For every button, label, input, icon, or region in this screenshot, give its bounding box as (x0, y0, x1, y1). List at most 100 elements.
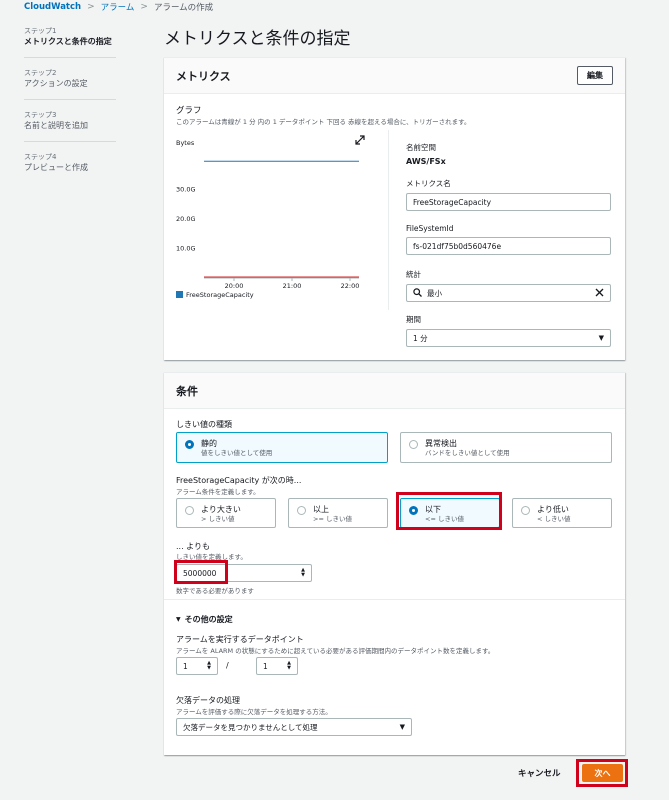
step-name: プレビューと作成 (24, 163, 88, 172)
wizard-steps: ステップ1 メトリクスと条件の指定 ステップ2 アクションの設定 ステップ3 名… (24, 26, 116, 183)
option-name: 異常検出 (425, 439, 457, 448)
search-icon (413, 287, 422, 299)
option-description: バンドをしきい値として使用 (425, 449, 510, 457)
metric-name-input[interactable]: FreeStorageCapacity (406, 193, 611, 211)
stepper-icon[interactable]: ▲ ▼ (301, 568, 305, 578)
section-divider (164, 599, 625, 600)
graph-description: このアラームは青線が 1 分 内の 1 データポイント 下回る 赤線を超える場合… (176, 118, 471, 126)
chart-svg: Bytes 30.0G 20.0G 10.0G 20:00 21:00 22:00 Fre… (176, 135, 365, 299)
option-name: 静的 (201, 439, 217, 448)
step-name: メトリクスと条件の指定 (24, 37, 112, 46)
radio-icon[interactable] (521, 506, 530, 515)
breadcrumb: CloudWatch > アラーム > アラームの作成 (24, 0, 213, 14)
datapoints-denominator-value: 1 (263, 661, 268, 671)
additional-settings-toggle[interactable]: ▼ その他の設定 (176, 614, 233, 625)
statistic-value: 最小 (427, 288, 442, 298)
option-description: 値をしきい値として使用 (201, 449, 273, 457)
step-divider (24, 141, 116, 142)
page-title: メトリクスと条件の指定 (164, 29, 351, 49)
y-tick-label: 10.0G (176, 244, 196, 252)
metric-chart: Bytes 30.0G 20.0G 10.0G 20:00 21:00 22:00 Fre… (174, 126, 374, 301)
clear-icon[interactable] (595, 288, 604, 299)
step-divider (24, 57, 116, 58)
datapoints-separator: / (226, 661, 229, 670)
period-value: 1 分 (413, 333, 428, 343)
option-name: 以上 (313, 505, 329, 514)
greater-equal-option[interactable]: 以上 >= しきい値 (288, 498, 388, 528)
step-1: ステップ1 メトリクスと条件の指定 (24, 26, 116, 47)
next-button[interactable]: 次へ (582, 764, 623, 782)
conditions-panel-header: 条件 (164, 373, 625, 409)
conditions-panel: 条件 しきい値の種類 静的 値をしきい値として使用 異常検出 バンドをしきい値と… (164, 372, 625, 755)
namespace-value: AWS/FSx (406, 157, 446, 166)
step-label: ステップ3 (24, 111, 57, 119)
statistic-label: 統計 (406, 270, 421, 279)
y-tick-label: 20.0G (176, 215, 196, 223)
step-label: ステップ2 (24, 69, 57, 77)
datapoints-numerator-input[interactable]: 1 ▲ ▼ (176, 657, 218, 675)
step-divider (24, 99, 116, 100)
breadcrumb-current: アラームの作成 (153, 3, 214, 13)
step-label: ステップ4 (24, 153, 57, 161)
x-tick-label: 21:00 (283, 282, 302, 290)
greater-than-option[interactable]: より大きい > しきい値 (176, 498, 276, 528)
less-than-option[interactable]: より低い < しきい値 (512, 498, 612, 528)
datapoints-denominator-input[interactable]: 1 ▲ ▼ (256, 657, 298, 675)
datapoints-label: アラームを実行するデータポイント (176, 635, 304, 644)
caret-down-icon: ▼ (176, 616, 181, 623)
option-description: < しきい値 (537, 515, 571, 523)
panel-divider (388, 130, 389, 310)
chart-ylabel: Bytes (176, 139, 195, 147)
metric-name-label: メトリクス名 (406, 179, 451, 188)
missing-data-description: アラームを評価する際に欠落データを処理する方法。 (176, 708, 332, 716)
step-name: アクションの設定 (24, 79, 88, 88)
missing-data-value: 欠落データを見つかりませんとして処理 (183, 722, 318, 732)
edit-button[interactable]: 編集 (577, 66, 613, 85)
conditions-title: 条件 (176, 384, 198, 398)
metrics-panel-header: メトリクス 編集 (164, 58, 625, 94)
condition-label: FreeStorageCapacity が次の時... (176, 476, 302, 485)
stepper-icon[interactable]: ▲ ▼ (287, 661, 291, 671)
highlight-threshold (174, 560, 228, 584)
period-select[interactable]: 1 分 ▼ (406, 329, 611, 347)
radio-icon[interactable] (297, 506, 306, 515)
caret-down-icon: ▼ (598, 334, 604, 342)
missing-data-select[interactable]: 欠落データを見つかりませんとして処理 ▼ (176, 718, 412, 736)
breadcrumb-separator: > (140, 2, 148, 12)
stepper-icon[interactable]: ▲ ▼ (207, 661, 211, 671)
step-3: ステップ3 名前と説明を追加 (24, 110, 116, 131)
x-tick-label: 22:00 (341, 282, 360, 290)
breadcrumb-cloudwatch[interactable]: CloudWatch (24, 2, 81, 12)
threshold-type-label: しきい値の種類 (176, 420, 232, 429)
missing-data-label: 欠落データの処理 (176, 696, 240, 705)
step-2: ステップ2 アクションの設定 (24, 68, 116, 89)
x-tick-label: 20:00 (225, 282, 244, 290)
legend-label: FreeStorageCapacity (186, 291, 254, 299)
option-name: より大きい (201, 505, 241, 514)
condition-description: アラーム条件を定義します。 (176, 488, 260, 496)
metrics-panel: メトリクス 編集 グラフ このアラームは青線が 1 分 内の 1 データポイント… (164, 57, 625, 360)
step-label: ステップ1 (24, 27, 57, 35)
filesystem-id-input[interactable]: fs-021df75b0d560476e (406, 237, 611, 255)
breadcrumb-alarms[interactable]: アラーム (101, 1, 135, 13)
step-name: 名前と説明を追加 (24, 121, 88, 130)
period-label: 期間 (406, 315, 421, 324)
radio-icon[interactable] (185, 506, 194, 515)
radio-icon[interactable] (409, 440, 418, 449)
statistic-search-input[interactable]: 最小 (406, 284, 611, 302)
option-description: >= しきい値 (313, 515, 352, 523)
radio-selected-icon[interactable] (185, 440, 194, 449)
y-tick-label: 30.0G (176, 185, 196, 193)
option-description: > しきい値 (201, 515, 235, 523)
cancel-button[interactable]: キャンセル (518, 767, 561, 779)
anomaly-detection-option[interactable]: 異常検出 バンドをしきい値として使用 (400, 432, 612, 463)
namespace-label: 名前空間 (406, 143, 436, 152)
filesystem-id-label: FileSystemId (406, 224, 454, 233)
step-4: ステップ4 プレビューと作成 (24, 152, 116, 173)
caret-down-icon: ▼ (399, 723, 405, 731)
expand-icon[interactable] (355, 135, 365, 145)
breadcrumb-separator: > (87, 2, 95, 12)
additional-settings-label: その他の設定 (184, 615, 233, 624)
static-threshold-option[interactable]: 静的 値をしきい値として使用 (176, 432, 388, 463)
datapoints-description: アラームを ALARM の状態にするために超えている必要がある評価期間内のデータ… (176, 647, 495, 655)
